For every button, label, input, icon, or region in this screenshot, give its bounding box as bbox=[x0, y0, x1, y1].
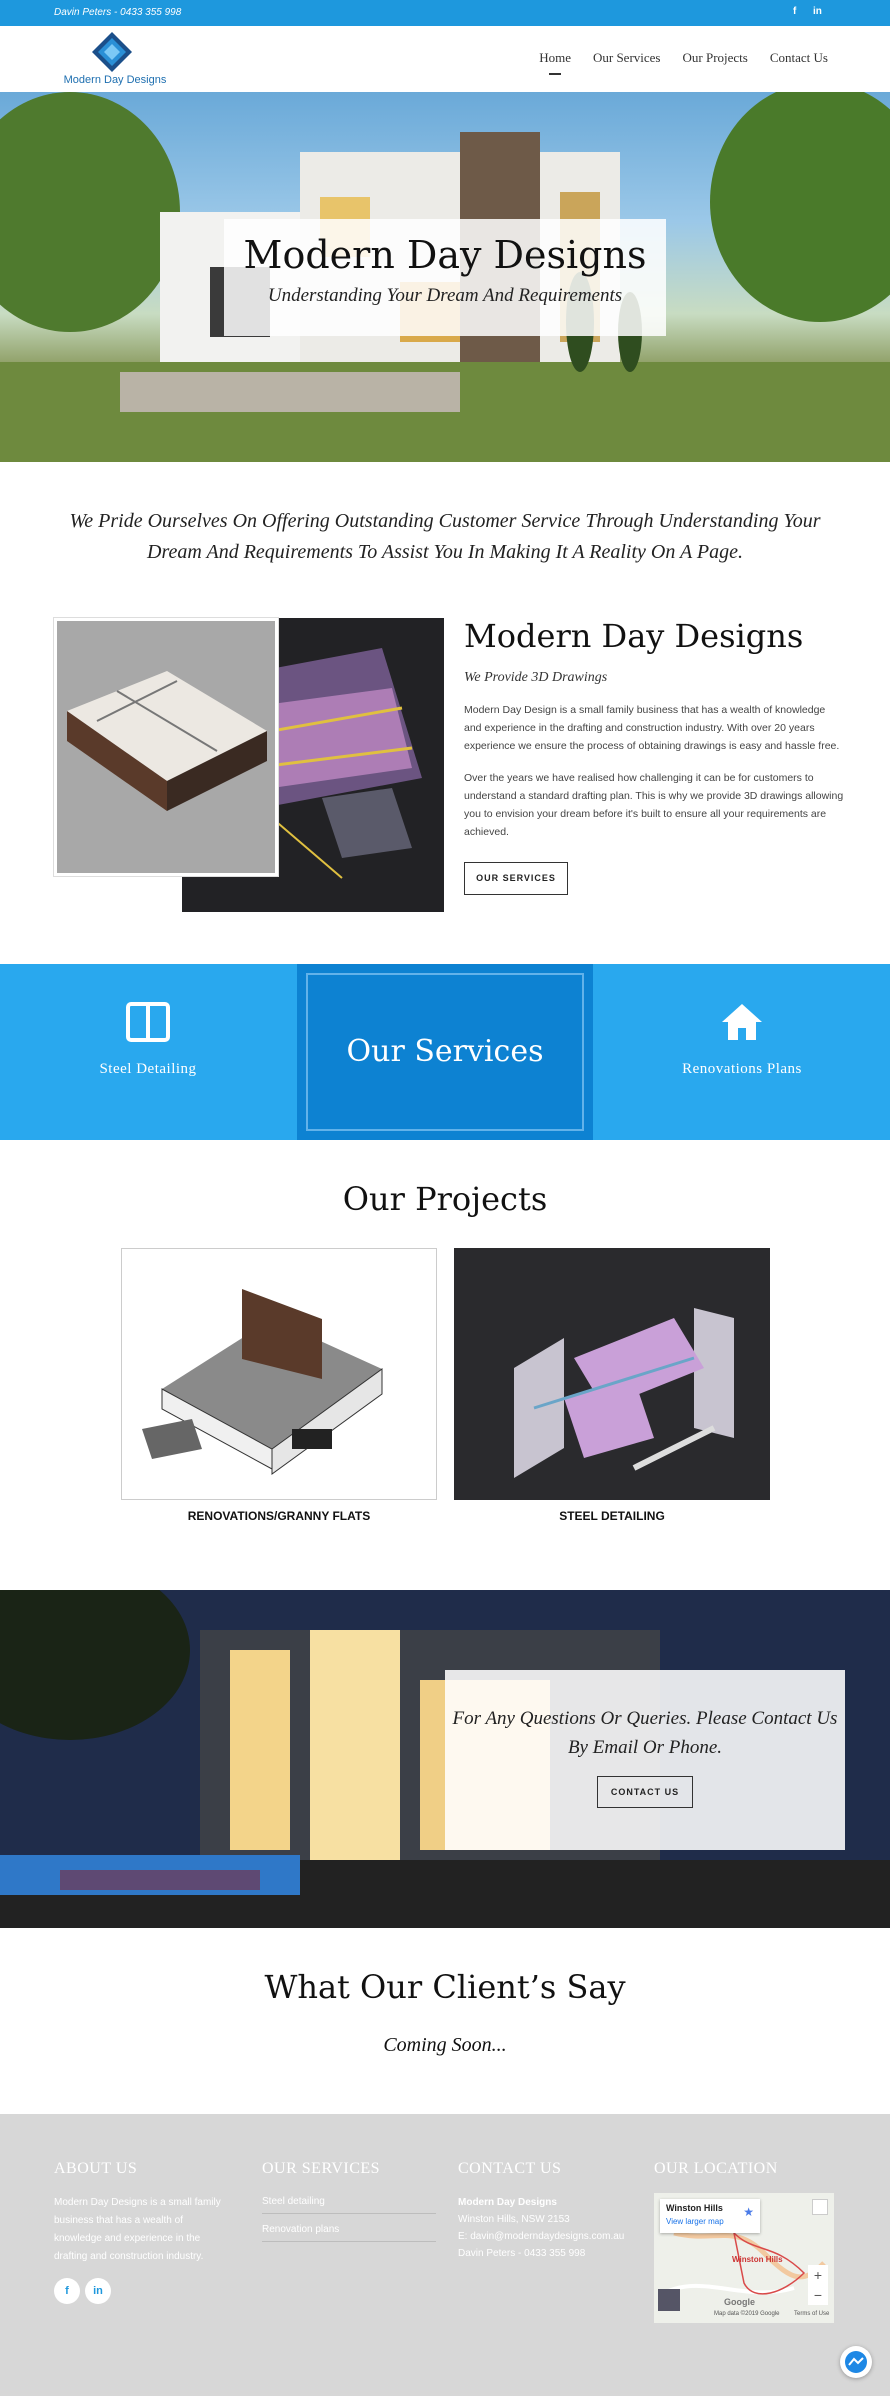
about-title: Modern Day Designs bbox=[464, 617, 804, 655]
map-larger-link[interactable]: View larger map bbox=[666, 2217, 724, 2226]
project-label-steel[interactable]: STEEL DETAILING bbox=[454, 1509, 770, 1523]
nav-our-projects[interactable]: Our Projects bbox=[683, 50, 748, 66]
hero-title: Modern Day Designs bbox=[243, 233, 647, 277]
project-card-steel[interactable] bbox=[454, 1248, 770, 1500]
project-label-renovations[interactable]: RENOVATIONS/GRANNY FLATS bbox=[121, 1509, 437, 1523]
fullscreen-icon[interactable] bbox=[812, 2199, 828, 2215]
footer-about-text: Modern Day Designs is a small family bus… bbox=[54, 2197, 221, 2262]
testimonials-title: What Our Client’s Say bbox=[264, 1968, 626, 2006]
map-title: Winston Hills bbox=[666, 2203, 723, 2213]
facebook-icon[interactable]: f bbox=[793, 6, 796, 17]
contact-text: For Any Questions Or Queries. Please Con… bbox=[452, 1708, 838, 1758]
about-paragraph-2: Over the years we have realised how chal… bbox=[464, 772, 844, 838]
logo-text: Modern Day Designs bbox=[63, 74, 167, 86]
projects-title: Our Projects bbox=[342, 1180, 548, 1218]
location-map[interactable]: Winston Hills View larger map ★ Winston … bbox=[654, 2193, 834, 2323]
services-title: Our Services bbox=[346, 1034, 544, 1069]
footer-facebook-icon[interactable]: f bbox=[54, 2278, 80, 2304]
service-steel-detailing[interactable]: Steel Detailing bbox=[38, 1002, 258, 1078]
footer-phone: Davin Peters - 0433 355 998 bbox=[458, 2248, 586, 2259]
footer-location-heading: OUR LOCATION bbox=[654, 2160, 778, 2177]
linkedin-icon[interactable]: in bbox=[813, 6, 822, 17]
service-renovations-plans[interactable]: Renovations Plans bbox=[632, 1002, 852, 1078]
nav-contact-us[interactable]: Contact Us bbox=[770, 50, 828, 66]
logo-diamond-icon bbox=[92, 32, 132, 72]
topbar-contact: Davin Peters - 0433 355 998 bbox=[54, 7, 182, 18]
messenger-icon bbox=[845, 2351, 867, 2373]
hero-subtitle: Understanding Your Dream And Requirement… bbox=[267, 285, 623, 306]
map-terms-link[interactable]: Terms of Use bbox=[794, 2311, 829, 2317]
nav-our-services[interactable]: Our Services bbox=[593, 50, 661, 66]
google-logo: Google bbox=[724, 2297, 755, 2307]
footer-link-steel-detailing[interactable]: Steel detailing bbox=[262, 2196, 436, 2214]
footer-link-renovation-plans[interactable]: Renovation plans bbox=[262, 2224, 436, 2242]
about-paragraph-1: Modern Day Design is a small family busi… bbox=[464, 704, 840, 752]
footer-email[interactable]: E: davin@moderndaydesigns.com.au bbox=[458, 2228, 624, 2246]
contact-box: For Any Questions Or Queries. Please Con… bbox=[445, 1670, 845, 1850]
site-header: Modern Day Designs Home Our Services Our… bbox=[0, 26, 890, 92]
panel-icon bbox=[126, 1002, 170, 1042]
testimonials-subtitle: Coming Soon... bbox=[383, 2034, 507, 2056]
service-label: Steel Detailing bbox=[99, 1061, 197, 1077]
top-bar: Davin Peters - 0433 355 998 f in bbox=[0, 0, 890, 26]
map-info-card: Winston Hills View larger map ★ bbox=[660, 2199, 760, 2233]
hero-caption-box: Modern Day Designs Understanding Your Dr… bbox=[224, 219, 666, 336]
nav-home[interactable]: Home bbox=[539, 50, 571, 75]
tagline: We Pride Ourselves On Offering Outstandi… bbox=[69, 510, 821, 563]
directions-icon[interactable]: ★ bbox=[743, 2205, 754, 2219]
footer-linkedin-icon[interactable]: in bbox=[85, 2278, 111, 2304]
messenger-chat-button[interactable] bbox=[840, 2346, 872, 2378]
project-card-renovations[interactable] bbox=[121, 1248, 437, 1500]
footer-contact-heading: CONTACT US bbox=[458, 2160, 562, 2177]
main-nav: Home Our Services Our Projects Contact U… bbox=[539, 50, 828, 75]
home-icon bbox=[722, 1004, 762, 1040]
footer-about-heading: ABOUT US bbox=[54, 2160, 138, 2177]
footer-company-name: Modern Day Designs bbox=[458, 2197, 557, 2208]
map-place-label: Winston Hills bbox=[732, 2255, 783, 2264]
about-subtitle: We Provide 3D Drawings bbox=[464, 670, 608, 685]
service-label: Renovations Plans bbox=[682, 1061, 802, 1077]
our-services-button[interactable]: OUR SERVICES bbox=[464, 862, 568, 895]
map-credit: Map data ©2019 Google bbox=[714, 2311, 780, 2317]
map-zoom-controls[interactable]: + − bbox=[808, 2265, 828, 2305]
footer-address: Winston Hills, NSW 2153 bbox=[458, 2214, 570, 2225]
hero-banner: Modern Day Designs Understanding Your Dr… bbox=[0, 92, 890, 462]
about-3d-drawing-light bbox=[54, 618, 278, 876]
site-logo[interactable]: Modern Day Designs bbox=[50, 32, 180, 90]
contact-us-button[interactable]: CONTACT US bbox=[597, 1776, 693, 1808]
footer-services-heading: OUR SERVICES bbox=[262, 2160, 381, 2177]
